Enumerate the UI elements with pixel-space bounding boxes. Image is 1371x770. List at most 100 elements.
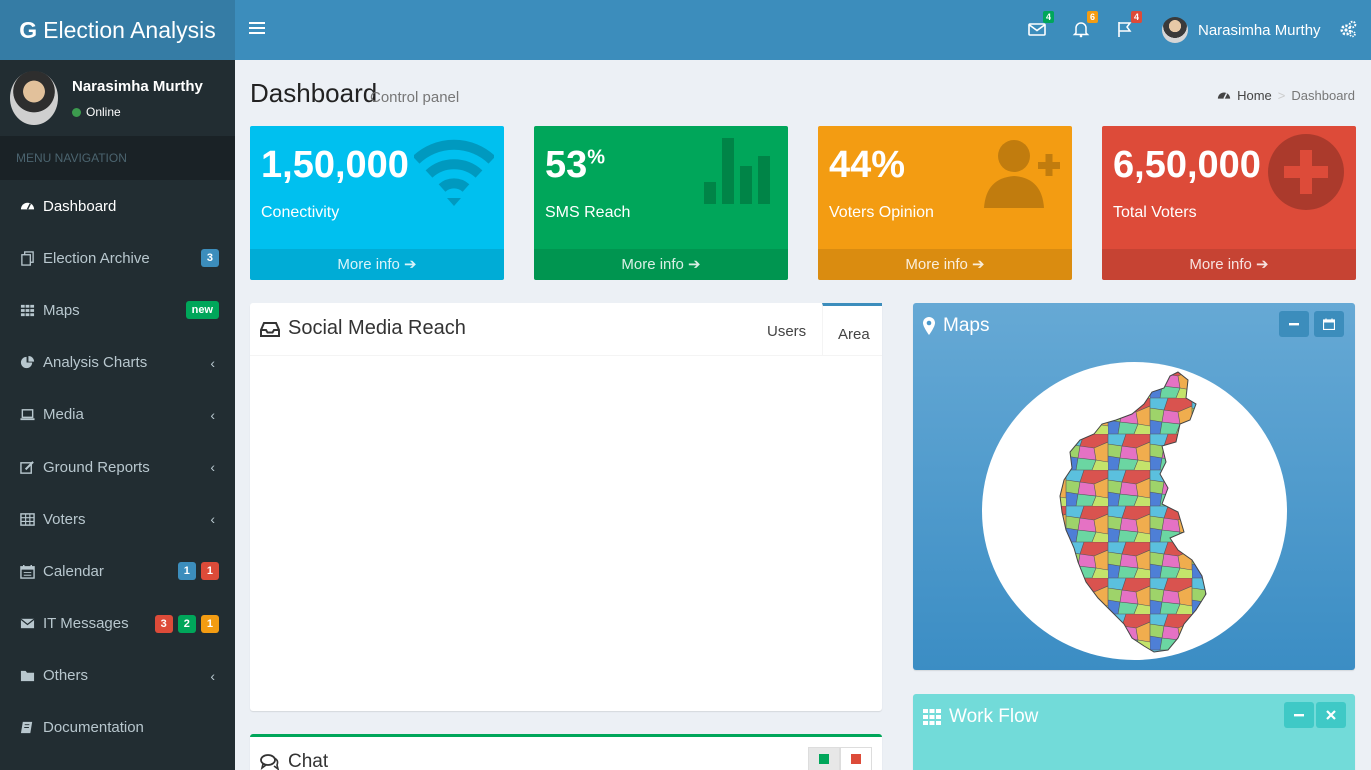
notifications-button[interactable]: 6 — [1070, 11, 1098, 42]
new-badge: new — [185, 301, 219, 320]
messages-button[interactable]: 4 — [1026, 11, 1054, 42]
collapse-button[interactable] — [1279, 311, 1309, 337]
count-badge: 3 — [154, 614, 173, 633]
sidebar-item-calendar[interactable]: Calendar 1 1 — [0, 545, 235, 597]
box-title: Work Flow — [923, 706, 1038, 728]
count-badge: 1 — [200, 562, 219, 581]
top-navbar: 4 6 4 Narasimha Murthy — [235, 0, 1371, 60]
page-title: Dashboard — [250, 78, 378, 108]
stat-label: Voters Opinion — [829, 204, 934, 221]
sidebar-item-documentation[interactable]: Documentation — [0, 702, 235, 754]
status-text: Online — [86, 105, 121, 119]
more-info-link[interactable]: More info ➔ — [534, 249, 788, 280]
stat-label: Conectivity — [261, 204, 340, 221]
maps-box: Maps — [913, 303, 1355, 670]
sidebar-user-name: Narasimha Murthy — [72, 78, 203, 95]
collapse-button[interactable] — [1284, 702, 1314, 728]
box-title: Chat — [260, 751, 328, 770]
breadcrumb-separator: > — [1277, 88, 1286, 103]
archive-icon — [19, 250, 35, 266]
map-marker-icon — [923, 317, 935, 335]
plus-circle-icon — [1268, 134, 1344, 210]
sidebar-item-voters[interactable]: Voters ‹ — [0, 493, 235, 545]
bar-chart-icon — [704, 138, 770, 204]
sidebar-item-label: Media — [43, 406, 84, 424]
more-info-link[interactable]: More info ➔ — [818, 249, 1072, 280]
notifications-count-badge: 6 — [1086, 11, 1098, 23]
minus-icon — [1289, 323, 1299, 326]
close-button[interactable] — [1316, 702, 1346, 728]
avatar — [10, 71, 58, 125]
tab-area[interactable]: Area — [822, 303, 882, 355]
count-badge: 2 — [177, 614, 196, 633]
sidebar-item-label: Analysis Charts — [43, 354, 148, 372]
inbox-icon — [260, 321, 280, 337]
chevron-left-icon: ‹ — [210, 667, 215, 684]
stat-box-voters-opinion: 44% Voters Opinion More info ➔ — [818, 126, 1072, 280]
sidebar-item-media[interactable]: Media ‹ — [0, 389, 235, 441]
more-info-link[interactable]: More info ➔ — [250, 249, 504, 280]
sidebar-item-others[interactable]: Others ‹ — [0, 650, 235, 702]
app-title: Election Analysis — [43, 16, 216, 43]
sidebar-item-label: Dashboard — [43, 197, 117, 215]
wifi-icon — [414, 139, 494, 206]
sidebar-item-ground-reports[interactable]: Ground Reports ‹ — [0, 441, 235, 493]
edit-icon — [19, 459, 35, 475]
chart-area — [250, 356, 882, 711]
tab-users[interactable]: Users — [751, 303, 822, 355]
gears-icon[interactable] — [1339, 20, 1357, 38]
stat-box-connectivity: 1,50,000 Conectivity More info ➔ — [250, 126, 504, 280]
sidebar-item-analysis-charts[interactable]: Analysis Charts ‹ — [0, 337, 235, 389]
more-info-link[interactable]: More info ➔ — [1102, 249, 1356, 280]
sidebar-item-label: Documentation — [43, 719, 144, 737]
close-icon — [1326, 710, 1336, 720]
district-map — [1059, 371, 1207, 653]
sidebar-item-label: Voters — [43, 510, 86, 528]
sidebar-item-maps[interactable]: Maps new — [0, 284, 235, 336]
chevron-left-icon: ‹ — [210, 511, 215, 528]
page-subtitle: Control panel — [370, 89, 460, 106]
chat-status-toggle — [808, 747, 872, 770]
dashboard-icon — [1217, 92, 1231, 99]
stat-box-sms-reach: 53% SMS Reach More info ➔ — [534, 126, 788, 280]
sidebar-item-dashboard[interactable]: Dashboard — [0, 180, 235, 232]
sidebar-item-election-archive[interactable]: Election Archive 3 — [0, 232, 235, 284]
avatar — [1162, 17, 1188, 43]
workflow-box: Work Flow — [913, 694, 1355, 770]
sidebar-item-label: Ground Reports — [43, 458, 150, 476]
laptop-icon — [19, 407, 35, 423]
comments-icon — [260, 754, 280, 770]
breadcrumb: Home > Dashboard — [1217, 88, 1355, 103]
tasks-button[interactable]: 4 — [1114, 11, 1142, 42]
chevron-left-icon: ‹ — [210, 354, 215, 371]
sidebar-item-it-messages[interactable]: IT Messages 3 2 1 — [0, 598, 235, 650]
sidebar-item-label: Maps — [43, 301, 80, 319]
calendar-icon — [19, 563, 35, 579]
chat-box: Chat — [250, 734, 882, 770]
table-icon — [19, 511, 35, 527]
map-view[interactable] — [982, 362, 1287, 660]
stat-value: 44% — [829, 144, 906, 186]
breadcrumb-home-link[interactable]: Home — [1237, 88, 1272, 103]
messages-count-badge: 4 — [1042, 11, 1054, 23]
stat-box-total-voters: 6,50,000 Total Voters More info ➔ — [1102, 126, 1356, 280]
logo-letter: G — [19, 16, 38, 43]
stat-label: Total Voters — [1113, 204, 1197, 221]
sidebar-toggle-icon[interactable] — [249, 19, 265, 39]
sidebar: Narasimha Murthy Online MENU NAVIGATION … — [0, 60, 235, 770]
user-menu[interactable]: Narasimha Murthy — [1162, 15, 1321, 45]
date-range-button[interactable] — [1314, 311, 1344, 337]
count-badge: 1 — [200, 614, 219, 633]
brand-logo[interactable]: G Election Analysis — [0, 0, 235, 60]
grid-icon — [19, 302, 35, 318]
user-panel: Narasimha Murthy Online — [0, 60, 235, 136]
stat-value: 6,50,000 — [1113, 144, 1261, 186]
envelope-icon — [19, 616, 35, 632]
pie-chart-icon — [19, 355, 35, 371]
status-offline-button[interactable] — [840, 747, 872, 770]
book-icon — [19, 720, 35, 736]
status-online-button[interactable] — [808, 747, 840, 770]
sidebar-item-label: Calendar — [43, 562, 104, 580]
sidebar-item-label: IT Messages — [43, 615, 129, 633]
stat-label: SMS Reach — [545, 204, 631, 221]
